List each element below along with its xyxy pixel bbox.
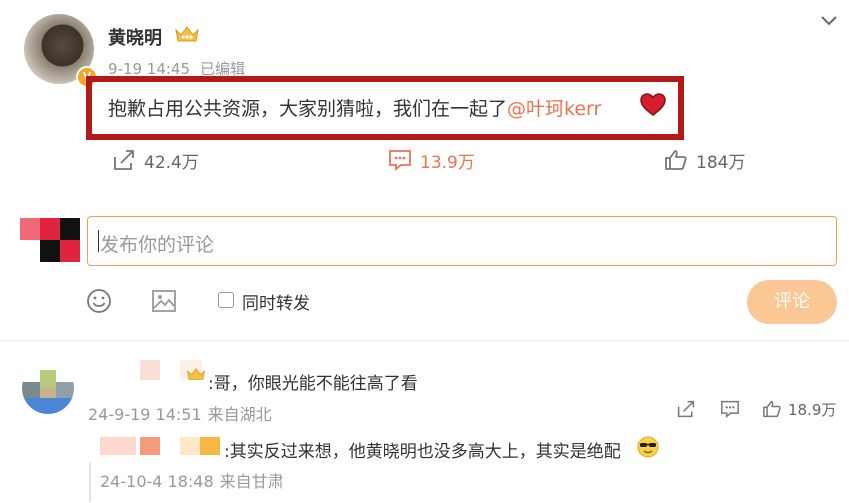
comment-date: 24-9-19 14:51 xyxy=(88,405,202,424)
comment-button[interactable]: 13.9万 xyxy=(388,146,475,174)
like-count: 184万 xyxy=(696,152,746,173)
thumbs-up-icon xyxy=(763,400,781,418)
mention-link[interactable]: @叶珂kerr xyxy=(507,98,601,120)
comment-placeholder: 发布你的评论 xyxy=(100,234,215,256)
repost-label[interactable]: 同时转发 xyxy=(242,289,310,314)
like-button[interactable]: 184万 xyxy=(664,146,745,174)
post-text: 抱歉占用公共资源，大家别猜啦，我们在一起了@叶珂kerr xyxy=(108,94,601,121)
comment-meta: 24-9-19 14:51 来自湖北 xyxy=(88,401,278,425)
author-name[interactable]: 黄晓明 xyxy=(108,24,162,50)
share-icon xyxy=(677,400,695,418)
replier-name-redacted xyxy=(180,437,200,455)
current-user-avatar xyxy=(20,218,80,262)
submit-comment-button[interactable]: 评论 xyxy=(747,280,837,324)
chevron-down-icon[interactable] xyxy=(818,10,840,32)
reply-location: 来自甘肃 xyxy=(219,472,284,491)
reply-thread-line xyxy=(89,462,91,502)
comment-like-count: 18.9万 xyxy=(788,400,837,419)
cool-face-emoji-icon xyxy=(636,436,660,462)
crown-icon xyxy=(174,24,200,48)
replier-name-redacted xyxy=(100,437,136,455)
text-caret xyxy=(98,230,99,252)
commenter-avatar[interactable] xyxy=(22,362,74,414)
repost-checkbox[interactable] xyxy=(218,292,234,308)
post-body: 抱歉占用公共资源，大家别猜啦，我们在一起了 xyxy=(108,98,508,120)
comment-text: :哥，你眼光能不能往高了看 xyxy=(208,374,418,394)
crown-icon xyxy=(186,366,206,386)
heart-icon xyxy=(640,93,666,117)
image-icon[interactable] xyxy=(151,288,177,318)
reply-date: 24-10-4 18:48 xyxy=(100,472,214,491)
reply-meta: 24-10-4 18:48 来自甘肃 xyxy=(100,468,290,492)
comment-reply-button[interactable] xyxy=(720,398,740,420)
comment-location: 来自湖北 xyxy=(207,405,272,424)
share-button[interactable]: 42.4万 xyxy=(112,146,199,174)
comment-share-button[interactable] xyxy=(676,398,696,420)
replier-name-redacted xyxy=(200,437,220,455)
comment-icon xyxy=(721,400,739,418)
comment-count: 13.9万 xyxy=(420,152,475,173)
thumbs-up-icon xyxy=(665,150,687,170)
replier-name-redacted xyxy=(140,437,160,455)
share-icon xyxy=(114,150,134,170)
share-count: 42.4万 xyxy=(144,152,199,173)
comment-icon xyxy=(389,150,411,171)
reply-text: :其实反过来想，他黄晓明也没多高大上，其实是绝配 xyxy=(224,442,621,462)
emoji-icon[interactable] xyxy=(86,288,112,318)
divider xyxy=(0,340,849,341)
commenter-name-redacted xyxy=(140,360,160,380)
comment-like-button[interactable]: 18.9万 xyxy=(762,398,836,420)
